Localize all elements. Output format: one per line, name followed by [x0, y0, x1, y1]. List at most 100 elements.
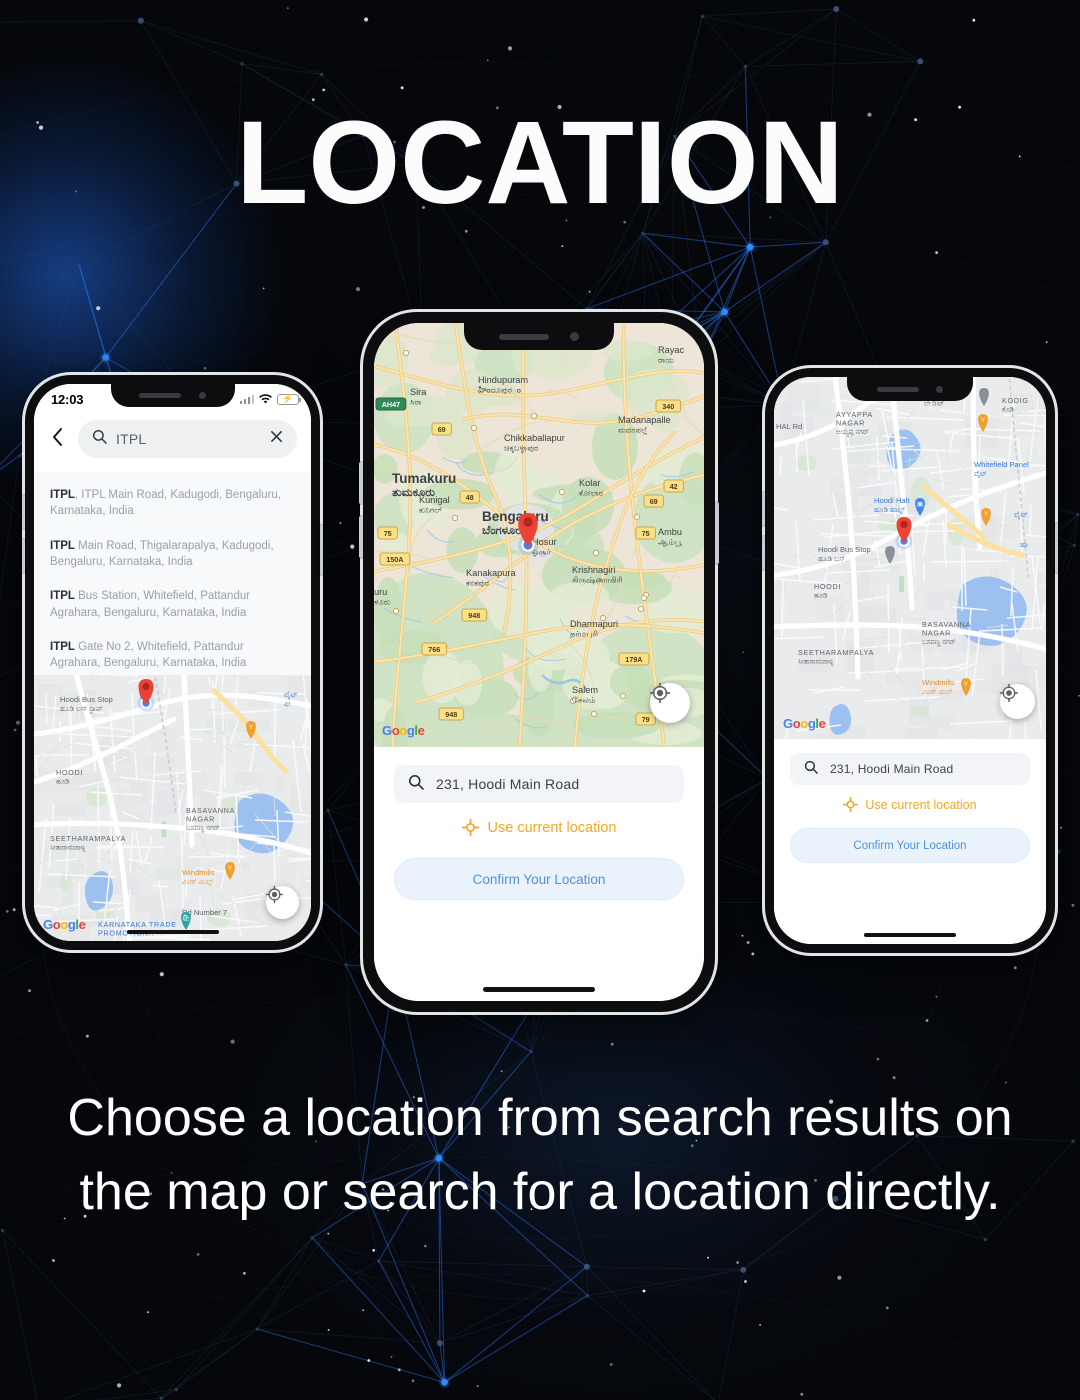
svg-text:ಹೂಡಿ ಬಸ್: ಹೂಡಿ ಬಸ್ — [818, 554, 845, 563]
svg-text:ವೈಟ್: ವೈಟ್ — [974, 469, 987, 479]
result-bold: ITPL — [50, 489, 75, 501]
svg-text:ಫೀ: ಫೀ — [284, 699, 292, 708]
svg-text:Kanakapura: Kanakapura — [466, 568, 516, 578]
svg-text:Salem: Salem — [572, 685, 598, 695]
confirm-location-button[interactable]: Confirm Your Location — [394, 858, 684, 900]
list-item[interactable]: ITPL Main Road, Thigalarapalya, Kadugodi… — [34, 529, 311, 580]
power-button[interactable] — [715, 502, 719, 564]
confirm-location-label: Confirm Your Location — [853, 839, 967, 852]
svg-text:சேலம்: சேலம் — [572, 696, 596, 705]
volume-button[interactable] — [22, 539, 25, 573]
svg-text:Krishnagiri: Krishnagiri — [572, 565, 615, 575]
svg-text:Hindupuram: Hindupuram — [478, 375, 528, 385]
svg-text:హింದೂಪುರం: హింದೂಪುರం — [478, 386, 521, 395]
svg-text:ಚಿಕ್ಕಬಳ್ಳಾಪುರ: ಚಿಕ್ಕಬಳ್ಳಾಪುರ — [504, 444, 538, 454]
svg-text:Rayac: Rayac — [658, 345, 684, 355]
home-indicator — [483, 987, 595, 992]
power-button[interactable] — [320, 525, 323, 575]
svg-text:948: 948 — [445, 710, 457, 719]
use-current-location-button[interactable]: Use current location — [790, 797, 1030, 812]
earpiece-speaker — [876, 386, 919, 392]
street-map[interactable]: Hoodi Bus Stop ಹೂಡಿ ಬಸ್ ಸ್ಟಾಪ್ HOODI ಹೂಡಿ BA… — [34, 675, 311, 941]
svg-text:Hoodi Bus Stop: Hoodi Bus Stop — [818, 545, 871, 554]
phone-notch — [847, 377, 973, 401]
phone-screen: Tumakuru ತುಮಕೂರು Bengaluru ಬೆಂಗಳೂರು Hindupur… — [374, 323, 704, 1001]
crosshair-icon — [650, 683, 670, 703]
list-item[interactable]: ITPL Gate No 2, Whitefield, Pattandur Ag… — [34, 630, 311, 681]
earpiece-speaker — [499, 333, 549, 340]
phone-notch — [110, 384, 235, 407]
svg-text:ಹೂಡಿ ಬಸ್ ಸ್ಟಾಪ್: ಹೂಡಿ ಬಸ್ ಸ್ಟಾಪ್ — [60, 704, 103, 714]
volume-button[interactable] — [359, 516, 363, 558]
address-value: 231, Hoodi Main Road — [436, 776, 580, 792]
svg-text:NAGAR: NAGAR — [836, 419, 865, 428]
location-panel: 231, Hoodi Main Road Use current locatio… — [774, 739, 1046, 944]
svg-text:ವಿಂಡ್ ಮಿಲ್ಸ್: ವಿಂಡ್ ಮಿಲ್ಸ್ — [182, 877, 214, 887]
my-location-button[interactable] — [1000, 684, 1035, 719]
list-item[interactable]: ITPL, ITPL Main Road, Kadugodi, Bengalur… — [34, 478, 311, 529]
svg-text:ಕುನಿಗಲ್: ಕುನಿಗಲ್ — [419, 506, 442, 515]
volume-button[interactable] — [22, 495, 25, 529]
svg-text:179A: 179A — [625, 655, 642, 664]
svg-text:தர்மபுரி: தர்மபுரி — [570, 630, 598, 639]
svg-text:▣: ▣ — [917, 501, 923, 508]
front-camera — [936, 385, 944, 393]
google-attribution: Google — [43, 917, 86, 932]
svg-text:ಹಾ: ಹಾ — [1020, 540, 1028, 549]
svg-text:Windmills: Windmills — [922, 678, 955, 687]
svg-text:HOODI: HOODI — [814, 582, 841, 591]
search-query-value: ITPL — [116, 431, 147, 447]
svg-text:69: 69 — [438, 425, 446, 434]
svg-text:ಸಿರಾ: ಸಿರಾ — [410, 398, 422, 407]
list-item[interactable]: ITPL Bus Station, Whitefield, Pattandur … — [34, 579, 311, 630]
svg-text:Whitefield Panel: Whitefield Panel — [974, 460, 1029, 469]
volume-button[interactable] — [762, 492, 765, 526]
result-bold: ITPL — [50, 539, 75, 552]
my-location-button[interactable] — [266, 886, 299, 919]
power-button[interactable] — [1055, 523, 1058, 573]
home-indicator — [126, 930, 219, 934]
svg-text:Ambu: Ambu — [658, 527, 682, 537]
svg-text:42: 42 — [670, 482, 678, 491]
search-icon — [804, 760, 818, 779]
phone-screen: HAL RdAYYAPPANAGARಅಯ್ಯಪ್ಪ ನಗರ್KODIGಕೊಡಿಅ… — [774, 377, 1046, 944]
svg-text:ವಿಂಡ್ ಮಿಲ್: ವಿಂಡ್ ಮಿಲ್ — [922, 687, 953, 696]
my-location-button[interactable] — [650, 683, 690, 723]
crosshair-icon — [266, 886, 283, 903]
volume-button[interactable] — [359, 462, 363, 504]
search-input[interactable]: ITPL — [78, 420, 297, 458]
svg-text:HAL Rd: HAL Rd — [776, 422, 802, 431]
confirm-location-button[interactable]: Confirm Your Location — [790, 828, 1030, 863]
svg-text:340: 340 — [662, 402, 674, 411]
svg-text:Dharmapuri: Dharmapuri — [570, 619, 618, 629]
volume-button[interactable] — [762, 536, 765, 570]
svg-text:ಕೋಲಾರ: ಕೋಲಾರ — [579, 489, 603, 498]
home-indicator — [864, 933, 956, 937]
region-map[interactable]: Tumakuru ತುಮಕೂರು Bengaluru ಬೆಂಗಳೂರು Hindupur… — [374, 323, 704, 747]
phone-left: 12:03 ⚡ ITPL ITPL, ITPL Main Road, Kadug… — [22, 375, 323, 950]
svg-text:NAGAR: NAGAR — [922, 629, 951, 638]
address-input[interactable]: 231, Hoodi Main Road — [394, 765, 684, 803]
svg-text:948: 948 — [468, 611, 480, 620]
svg-text:Kolar: Kolar — [579, 478, 600, 488]
address-input[interactable]: 231, Hoodi Main Road — [790, 753, 1030, 785]
phone-screen: 12:03 ⚡ ITPL ITPL, ITPL Main Road, Kadug… — [34, 384, 311, 941]
back-chevron-icon[interactable] — [46, 427, 68, 452]
result-rest: Bus Station, Whitefield, Pattandur Agrah… — [50, 590, 251, 619]
svg-text:Madanapalle: Madanapalle — [618, 415, 671, 425]
wifi-icon — [259, 393, 272, 404]
svg-text:ವೈಟ್: ವೈಟ್ — [284, 690, 298, 699]
svg-text:SEETHARAMPALYA: SEETHARAMPALYA — [50, 834, 126, 843]
search-icon — [92, 429, 107, 449]
street-map[interactable]: HAL RdAYYAPPANAGARಅಯ್ಯಪ್ಪ ನಗರ್KODIGಕೊಡಿಅ… — [774, 377, 1046, 739]
svg-text:150A: 150A — [386, 555, 403, 564]
front-camera — [570, 332, 579, 341]
svg-text:🛍: 🛍 — [182, 914, 190, 922]
use-current-location-label: Use current location — [865, 797, 977, 812]
svg-text:Y: Y — [964, 681, 969, 688]
svg-text:NAGAR: NAGAR — [186, 815, 215, 824]
use-current-location-button[interactable]: Use current location — [394, 819, 684, 836]
clear-x-icon[interactable] — [270, 430, 283, 448]
svg-text:ಕೊಡಿ: ಕೊಡಿ — [1002, 407, 1014, 414]
svg-text:ಳೂರು: ಳೂರು — [374, 598, 391, 607]
